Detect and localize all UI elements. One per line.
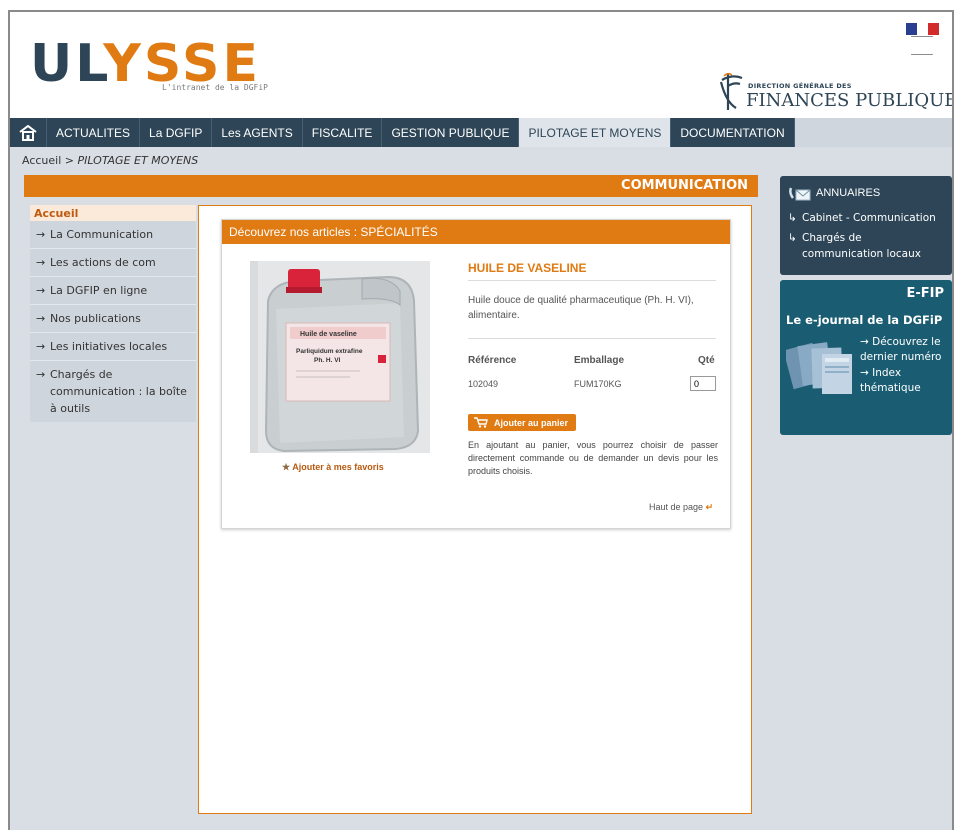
left-menu-item[interactable]: → Chargés de communication : la boîte à o…: [30, 361, 196, 422]
nav-pilotage-et-moyens[interactable]: PILOTAGE ET MOYENS: [519, 118, 672, 147]
nav-gestion-publique[interactable]: GESTION PUBLIQUE: [382, 118, 520, 147]
left-menu-item[interactable]: → La DGFIP en ligne: [30, 277, 196, 305]
left-menu: Accueil → La Communication → Les actions d…: [30, 205, 196, 422]
efip-title: E-FIP: [906, 286, 944, 301]
flag-caption: ━━━━━━━━━: [911, 34, 933, 39]
nav-les-agents[interactable]: Les AGENTS: [212, 118, 303, 147]
page-frame: ULYSSE L'intranet de la DGFiP ━━━━━━━━━ …: [8, 10, 954, 830]
svg-text:Huile de vaseline: Huile de vaseline: [300, 331, 357, 338]
dgfip-mark-icon: [719, 72, 743, 110]
back-to-top-link[interactable]: Haut de page ↵: [649, 502, 713, 513]
col-quantity: Qté: [698, 355, 715, 366]
left-menu-item[interactable]: → La Communication: [30, 221, 196, 249]
annuaire-link[interactable]: ↳ Chargés de communication locaux: [788, 230, 944, 262]
breadcrumb-separator: >: [61, 154, 78, 167]
phone-mail-icon: [789, 187, 811, 201]
cart-icon: [474, 417, 488, 428]
efip-link-label: Index thématique: [860, 367, 921, 394]
divider: [468, 338, 716, 339]
svg-text:Parliquidum extrafine: Parliquidum extrafine: [296, 348, 363, 355]
logo-text-1: UL: [30, 34, 104, 94]
efip-journal-image[interactable]: [786, 336, 856, 406]
efip-links: → Découvrez le dernier numéro → Index th…: [860, 335, 950, 397]
efip-link-index[interactable]: → Index thématique: [860, 366, 950, 396]
favorites-label: Ajouter à mes favoris: [292, 462, 384, 472]
quantity-input[interactable]: [690, 376, 716, 391]
ref-value: 102049: [468, 379, 499, 389]
add-to-favorites-link[interactable]: ★ Ajouter à mes favoris: [282, 462, 384, 473]
arrow-right-icon: →: [36, 284, 46, 297]
site-header: ULYSSE L'intranet de la DGFiP ━━━━━━━━━ …: [10, 12, 952, 117]
col-emballage: Emballage: [574, 355, 625, 366]
add-to-cart-label: Ajouter au panier: [494, 417, 569, 428]
product-card: Découvrez nos articles : SPÉCIALITÉS Hui…: [221, 219, 731, 529]
logo-subtitle: L'intranet de la DGFiP: [162, 83, 268, 92]
efip-link-latest[interactable]: → Découvrez le dernier numéro: [860, 335, 950, 365]
annuaires-panel: ANNUAIRES ↳ Cabinet - Communication ↳ Char…: [780, 176, 952, 275]
left-menu-item[interactable]: → Les actions de com: [30, 249, 196, 277]
efip-link-label: Découvrez le dernier numéro: [860, 336, 942, 363]
svg-text:Ph. H. VI: Ph. H. VI: [314, 357, 341, 364]
product-image: Huile de vaseline Parliquidum extrafine …: [250, 261, 430, 453]
left-menu-home[interactable]: Accueil: [30, 205, 196, 221]
col-reference: Référence: [468, 355, 517, 366]
dgfip-small-text: DIRECTION GÉNÉRALE DES: [748, 82, 852, 90]
efip-panel: E-FIP Le e-journal de la DGFiP → Découvr…: [780, 280, 952, 435]
left-menu-label: La DGFIP en ligne: [50, 284, 148, 297]
arrow-right-icon: →: [36, 228, 46, 241]
arrow-right-icon: →: [36, 340, 46, 353]
section-title-bar: COMMUNICATION: [24, 175, 758, 197]
return-arrow-icon: ↵: [705, 502, 714, 512]
main-content: Découvrez nos articles : SPÉCIALITÉS Hui…: [198, 205, 752, 814]
breadcrumb-current: PILOTAGE ET MOYENS: [77, 154, 199, 167]
annuaire-link-label: Chargés de communication locaux: [802, 232, 921, 260]
breadcrumb-home[interactable]: Accueil: [22, 154, 61, 167]
annuaires-header[interactable]: ANNUAIRES: [788, 184, 944, 202]
annuaires-title: ANNUAIRES: [816, 187, 881, 199]
ministry-caption: ━━━━━━━━━: [911, 52, 933, 57]
home-button[interactable]: [10, 118, 47, 147]
jerrycan-image: Huile de vaseline Parliquidum extrafine …: [250, 261, 430, 453]
left-menu-label: Les actions de com: [50, 256, 156, 269]
breadcrumb: Accueil > PILOTAGE ET MOYENS: [22, 154, 198, 167]
annuaire-link-label: Cabinet - Communication: [802, 212, 936, 224]
nav-fiscalite[interactable]: FISCALITE: [303, 118, 383, 147]
arrow-right-icon: →: [36, 256, 46, 269]
add-to-cart-button[interactable]: Ajouter au panier: [468, 414, 576, 431]
section-title: COMMUNICATION: [621, 178, 748, 193]
annuaire-link[interactable]: ↳ Cabinet - Communication: [788, 210, 944, 226]
left-menu-label: Les initiatives locales: [50, 340, 168, 353]
cart-note: En ajoutant au panier, vous pourrez choi…: [468, 440, 718, 476]
main-nav: ACTUALITES La DGFIP Les AGENTS FISCALITE…: [10, 118, 952, 147]
divider: [468, 280, 716, 281]
efip-subtitle: Le e-journal de la DGFiP: [786, 313, 943, 327]
left-menu-label: Nos publications: [50, 312, 141, 325]
star-icon: ★: [282, 462, 291, 472]
corner-arrow-icon: ↳: [788, 212, 797, 224]
pack-value: FUM170KG: [574, 379, 622, 389]
corner-arrow-icon: ↳: [788, 232, 797, 244]
left-menu-label: Chargés de communication : la boîte à ou…: [50, 368, 187, 415]
arrow-right-icon: →: [36, 368, 46, 381]
arrow-right-icon: →: [36, 312, 46, 325]
republique-flag-icon: [906, 20, 940, 35]
product-description: Huile douce de qualité pharmaceutique (P…: [468, 295, 694, 321]
left-menu-item[interactable]: → Nos publications: [30, 305, 196, 333]
dgfip-logo: DIRECTION GÉNÉRALE DES FINANCES PUBLIQUE…: [718, 72, 952, 116]
dgfip-big-text: FINANCES PUBLIQUES: [746, 90, 954, 111]
product-title: HUILE DE VASELINE: [468, 261, 587, 275]
nav-actualites[interactable]: ACTUALITES: [47, 118, 141, 147]
nav-la-dgfip[interactable]: La DGFIP: [140, 118, 213, 147]
left-menu-item[interactable]: → Les initiatives locales: [30, 333, 196, 361]
home-icon: [19, 124, 37, 141]
product-card-header: Découvrez nos articles : SPÉCIALITÉS: [222, 220, 730, 244]
back-to-top-label: Haut de page: [649, 502, 704, 512]
nav-documentation[interactable]: DOCUMENTATION: [671, 118, 795, 147]
nav-filler: [794, 118, 952, 147]
left-menu-label: La Communication: [50, 228, 154, 241]
